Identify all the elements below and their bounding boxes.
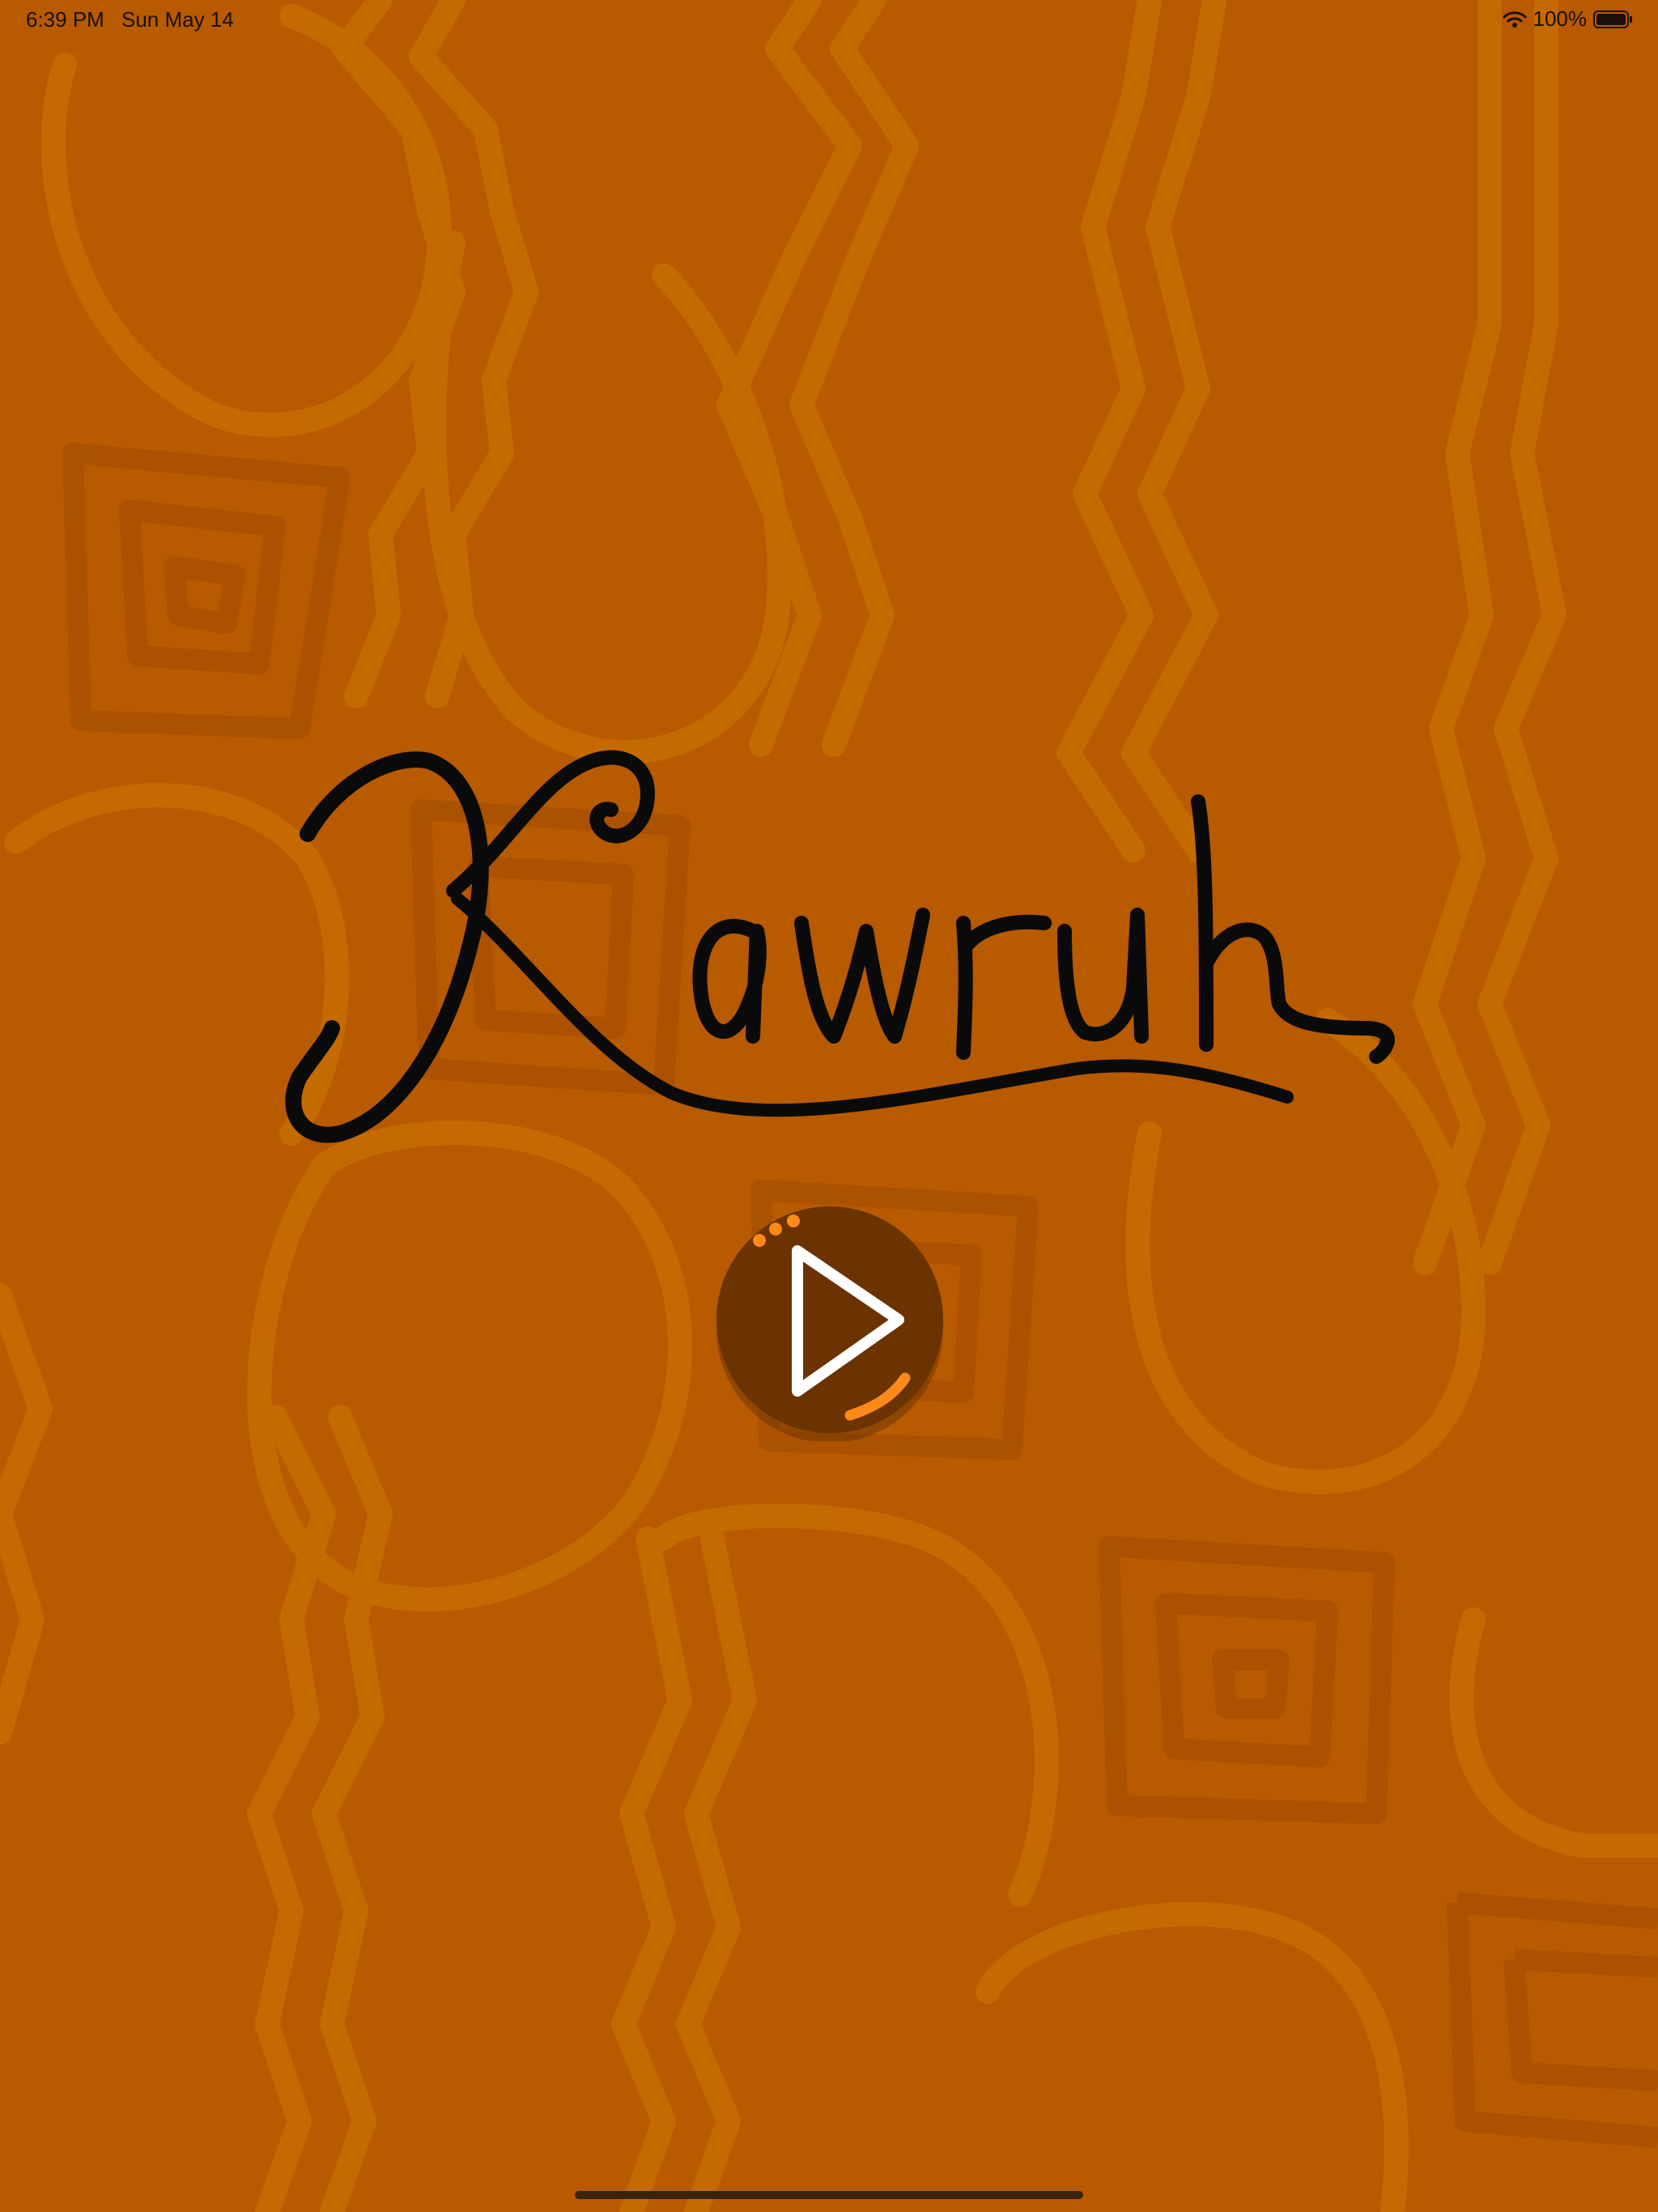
wifi-icon xyxy=(1503,11,1526,28)
battery-icon xyxy=(1593,10,1632,28)
status-right: 100% xyxy=(1503,6,1635,32)
play-icon xyxy=(716,1206,943,1441)
app-logo xyxy=(285,750,1395,1143)
battery-percent: 100% xyxy=(1533,6,1588,31)
status-date: Sun May 14 xyxy=(121,7,234,32)
home-indicator[interactable] xyxy=(575,2191,1083,2199)
play-button[interactable] xyxy=(712,1198,947,1441)
status-time: 6:39 PM xyxy=(26,7,104,32)
status-bar: 6:39 PM Sun May 14 100% xyxy=(0,0,1658,39)
